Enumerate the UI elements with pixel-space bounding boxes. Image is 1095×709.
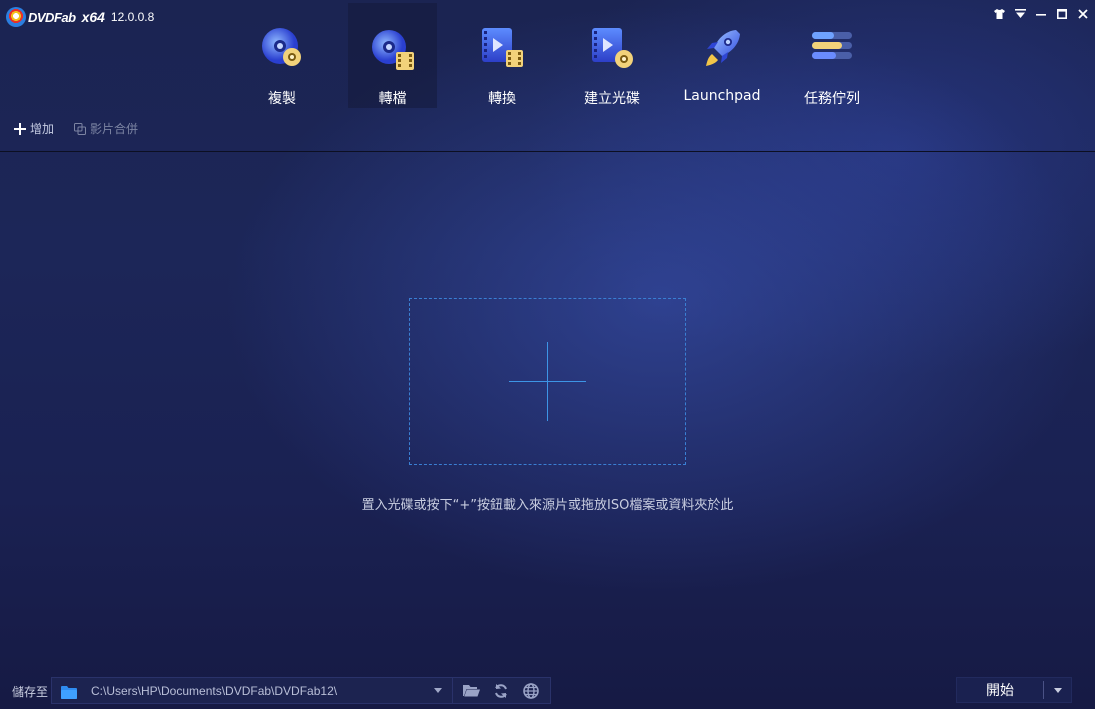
add-source-plus-icon-bar: [509, 381, 586, 382]
close-icon[interactable]: [1075, 6, 1091, 22]
convert-video-icon: [478, 24, 526, 72]
window-controls: [991, 6, 1091, 22]
tab-creator[interactable]: 建立光碟: [557, 3, 667, 108]
drop-zone[interactable]: [409, 298, 686, 465]
path-dropdown-icon[interactable]: [434, 688, 442, 693]
drop-hint: 置入光碟或按下“+”按鈕載入來源片或拖放ISO檔案或資料夾於此: [361, 498, 734, 513]
tab-label: 任務佇列: [804, 91, 860, 107]
start-button[interactable]: 開始: [957, 680, 1043, 700]
tab-converter[interactable]: 轉換: [447, 3, 557, 108]
maximize-icon[interactable]: [1054, 6, 1070, 22]
tab-label: 複製: [268, 91, 296, 107]
tab-label: 轉檔: [378, 91, 407, 107]
minimize-icon[interactable]: [1033, 6, 1049, 22]
rocket-icon: [698, 24, 746, 72]
app-logo: DVDFab x64 12.0.0.8: [6, 7, 154, 27]
app-version: 12.0.0.8: [110, 10, 155, 24]
create-disc-icon: [588, 24, 636, 72]
tab-label: 建立光碟: [584, 91, 640, 107]
path-tools: [453, 677, 551, 704]
tab-label: 轉換: [488, 91, 516, 107]
folder-icon: [61, 684, 77, 699]
tab-launchpad[interactable]: Launchpad: [667, 3, 777, 108]
tab-label: Launchpad: [683, 88, 761, 104]
web-button[interactable]: [522, 682, 540, 700]
merge-icon: [74, 122, 87, 135]
dvdfab-logo-icon: [6, 7, 26, 27]
open-folder-icon: [463, 685, 481, 697]
app-arch: x64: [81, 9, 105, 25]
merge-videos-button[interactable]: 影片合併: [74, 120, 138, 137]
tab-task-queue[interactable]: 任務佇列: [777, 3, 887, 108]
main-window: DVDFab x64 12.0.0.8 複製 轉檔 轉換 建立光碟 Launch…: [0, 0, 1095, 709]
convert-disc-icon: [369, 27, 417, 75]
browse-folder-button[interactable]: [463, 682, 481, 700]
output-path-field[interactable]: C:\Users\HP\Documents\DVDFab\DVDFab12\: [51, 677, 453, 704]
add-label: 增加: [30, 122, 55, 136]
start-group: 開始: [956, 677, 1072, 703]
output-path-text: C:\Users\HP\Documents\DVDFab\DVDFab12\: [91, 683, 338, 698]
refresh-button[interactable]: [492, 682, 510, 700]
tab-ripper[interactable]: 轉檔: [348, 3, 437, 108]
main-tabs: 複製 轉檔 轉換 建立光碟 Launchpad 任務佇列: [227, 3, 887, 108]
chevron-down-icon: [1053, 687, 1062, 693]
refresh-icon: [495, 683, 508, 698]
task-queue-icon: [808, 24, 856, 72]
add-button[interactable]: 增加: [14, 120, 54, 137]
copy-disc-icon: [258, 24, 306, 72]
toolbar: 增加 影片合併: [14, 120, 138, 137]
merge-label: 影片合併: [90, 122, 139, 136]
skin-icon[interactable]: [991, 6, 1007, 22]
toolbar-divider: [0, 151, 1095, 152]
plus-icon: [14, 122, 26, 135]
save-to-label: 儲存至: [12, 685, 49, 699]
app-name: DVDFab: [28, 9, 76, 25]
menu-icon[interactable]: [1012, 6, 1028, 22]
tab-copy[interactable]: 複製: [227, 3, 337, 108]
globe-icon: [523, 682, 539, 699]
start-options-dropdown[interactable]: [1044, 687, 1071, 693]
